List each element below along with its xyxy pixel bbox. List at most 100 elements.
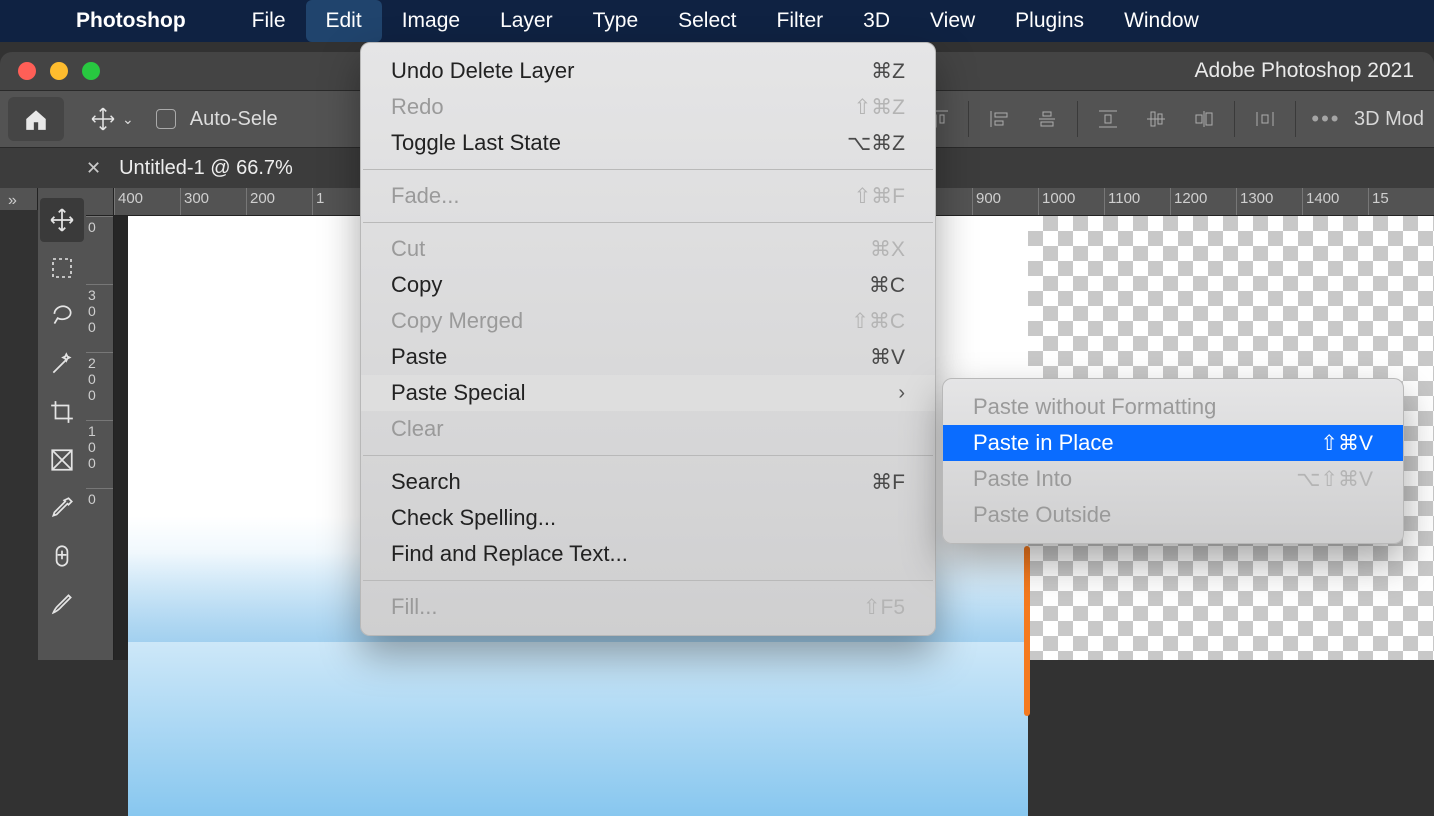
distribute-bottom-icon[interactable] [1180,99,1228,139]
app-name[interactable]: Photoshop [76,9,186,33]
menu-item-label: Fade... [391,183,459,209]
menu-item-cut: Cut⌘X [361,231,935,267]
menu-item-clear: Clear [361,411,935,447]
menu-item-label: Clear [391,416,444,442]
menu-item-shortcut: ⌘C [869,273,905,298]
move-tool[interactable] [40,198,84,242]
menu-item-label: Paste [391,344,447,370]
home-button[interactable] [8,97,64,141]
lasso-tool[interactable] [40,294,84,338]
panel-collapse-strip[interactable]: » [0,188,38,210]
window-close-button[interactable] [18,62,36,80]
marquee-tool[interactable] [40,246,84,290]
crop-tool[interactable] [40,390,84,434]
menubar-item-layer[interactable]: Layer [480,0,573,42]
menu-item-shortcut: ⌘V [870,345,905,370]
menu-item-label: Search [391,469,461,495]
eyedropper-tool[interactable] [40,486,84,530]
ruler-tick: 200 [246,188,312,215]
menu-item-copy[interactable]: Copy ⌘C [361,267,935,303]
menu-item-shortcut: ⌘Z [871,59,905,84]
more-options-button[interactable]: ••• [1302,99,1350,139]
menubar-item-window[interactable]: Window [1104,0,1219,42]
menubar-item-file[interactable]: File [232,0,306,42]
menu-item-paste-special[interactable]: Paste Special› [361,375,935,411]
menu-item-paste-outside: Paste Outside [943,497,1403,533]
menu-item-label: Check Spelling... [391,505,556,531]
menu-item-label: Redo [391,94,444,120]
chevron-down-icon[interactable]: ⌄ [122,111,134,128]
menu-item-copy-merged: Copy Merged⇧⌘C [361,303,935,339]
healing-brush-tool[interactable] [40,534,84,578]
menu-separator [363,222,933,223]
brush-tool[interactable] [40,582,84,626]
menubar-item-type[interactable]: Type [573,0,659,42]
distribute-middle-icon[interactable] [1132,99,1180,139]
menu-item-shortcut: ⇧⌘Z [854,95,905,120]
ruler-tick: 1100 [1104,188,1170,215]
menu-item-search[interactable]: Search ⌘F [361,464,935,500]
distribute-spacing-icon[interactable] [1241,99,1289,139]
ruler-origin[interactable] [86,188,114,216]
menu-item-shortcut: ⇧⌘V [1320,431,1373,456]
menu-item-label: Paste Into [973,466,1072,492]
magic-wand-tool[interactable] [40,342,84,386]
menu-item-check-spelling[interactable]: Check Spelling... [361,500,935,536]
ruler-tick: 400 [114,188,180,215]
ruler-tick: 200 [86,352,113,420]
menu-item-paste-into: Paste Into⌥⇧⌘V [943,461,1403,497]
menubar-item-select[interactable]: Select [658,0,756,42]
window-minimize-button[interactable] [50,62,68,80]
ruler-tick: 300 [180,188,246,215]
menu-item-find-and-replace-text[interactable]: Find and Replace Text... [361,536,935,572]
menu-item-label: Find and Replace Text... [391,541,628,567]
menu-item-label: Copy [391,272,442,298]
auto-select-label: Auto-Sele [190,108,278,131]
menu-item-undo-delete-layer[interactable]: Undo Delete Layer⌘Z [361,53,935,89]
menu-item-shortcut: ⇧⌘F [854,184,905,209]
ruler-tick: 0 [86,488,113,556]
frame-tool[interactable] [40,438,84,482]
menu-item-label: Paste in Place [973,430,1114,456]
menubar-item-filter[interactable]: Filter [757,0,844,42]
vertical-ruler[interactable]: 03002001000 [86,216,114,660]
menu-item-paste-in-place[interactable]: Paste in Place ⇧⌘V [943,425,1403,461]
menu-item-label: Fill... [391,594,437,620]
active-tool-indicator[interactable]: ⌄ [90,106,134,132]
ruler-tick: 1300 [1236,188,1302,215]
3d-mode-label[interactable]: 3D Mod [1354,108,1424,131]
menubar-item-image[interactable]: Image [382,0,480,42]
window-traffic-lights [18,62,100,80]
menu-item-shortcut: ⇧F5 [863,595,905,620]
ruler-tick: 100 [86,420,113,488]
menu-item-label: Paste Special [391,380,526,406]
ruler-tick: 1000 [1038,188,1104,215]
menu-item-label: Paste without Formatting [973,394,1216,420]
align-left-icon[interactable] [975,99,1023,139]
menubar-item-plugins[interactable]: Plugins [995,0,1104,42]
menu-item-paste[interactable]: Paste ⌘V [361,339,935,375]
menu-item-fill: Fill... ⇧F5 [361,589,935,625]
menu-item-label: Cut [391,236,425,262]
menu-item-shortcut: ⌘F [871,470,905,495]
menu-item-label: Toggle Last State [391,130,561,156]
menubar-item-view[interactable]: View [910,0,995,42]
menubar-item-3d[interactable]: 3D [843,0,910,42]
menu-item-label: Paste Outside [973,502,1111,528]
window-zoom-button[interactable] [82,62,100,80]
menu-item-fade: Fade... ⇧⌘F [361,178,935,214]
menu-separator [363,455,933,456]
selection-edge-indicator [1024,546,1030,716]
paste-special-submenu: Paste without Formatting Paste in Place ⇧⌘… [942,378,1404,544]
ruler-tick: 15 [1368,188,1434,215]
ruler-tick: 1400 [1302,188,1368,215]
distribute-top-icon[interactable] [1084,99,1132,139]
menu-item-paste-without-formatting: Paste without Formatting [943,389,1403,425]
menubar-item-edit[interactable]: Edit [306,0,382,42]
document-tab-close[interactable]: ✕ [86,158,101,179]
document-tab-title[interactable]: Untitled-1 @ 66.7% [119,157,293,180]
menu-item-toggle-last-state[interactable]: Toggle Last State⌥⌘Z [361,125,935,161]
auto-select-checkbox[interactable] [156,109,176,129]
edit-menu-dropdown: Undo Delete Layer⌘Z Redo ⇧⌘Z Toggle Last St… [360,42,936,636]
align-center-h-icon[interactable] [1023,99,1071,139]
